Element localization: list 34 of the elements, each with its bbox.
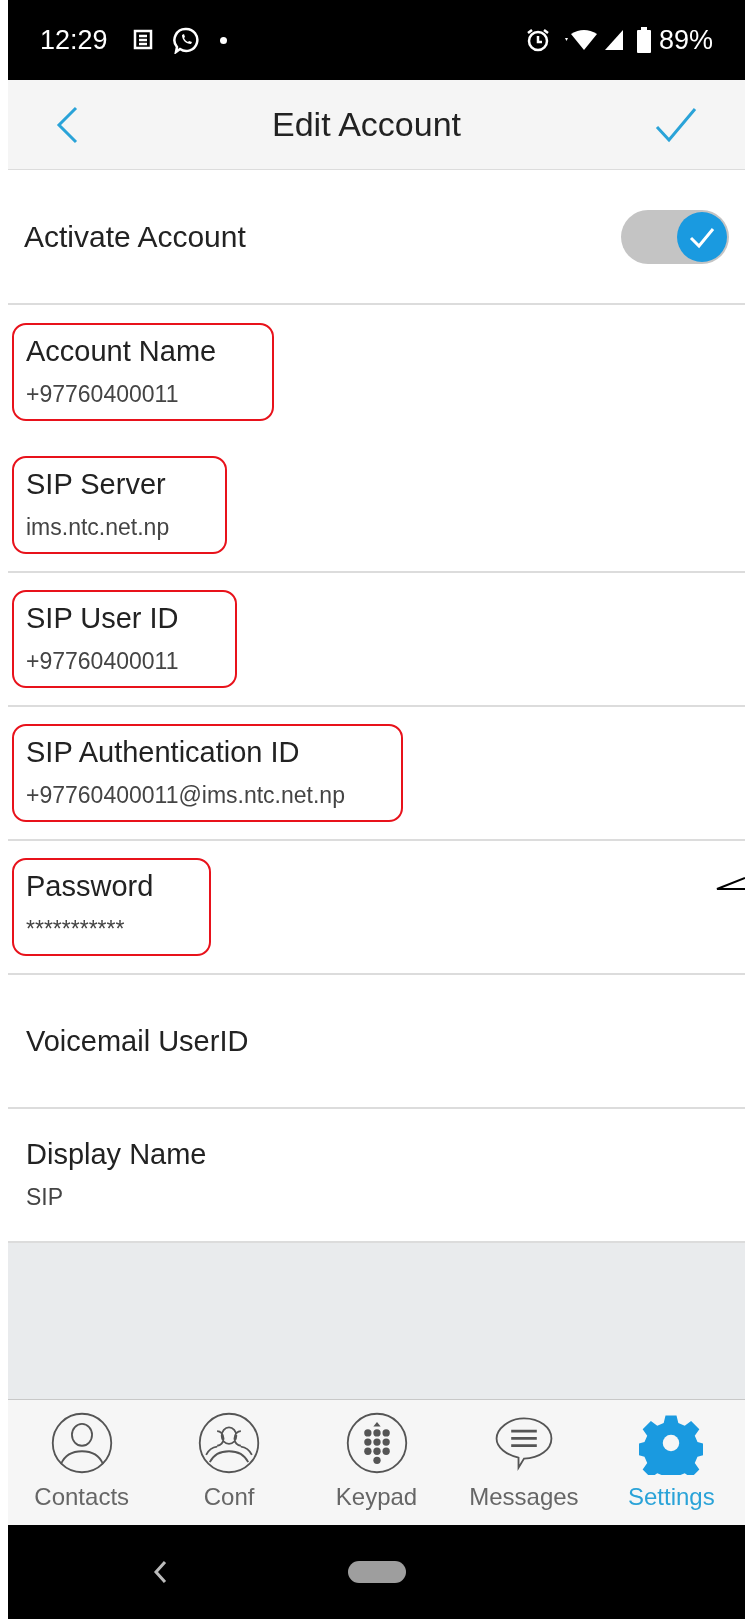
arrow-mark-icon — [715, 877, 745, 891]
field-value: SIP — [26, 1182, 65, 1212]
nav-tab[interactable]: Contacts — [8, 1400, 156, 1525]
field-label: Display Name — [26, 1136, 208, 1172]
field-value: +97760400011 — [26, 646, 180, 676]
field-label: Account Name — [26, 333, 218, 369]
nav-back-icon[interactable] — [153, 1560, 167, 1584]
field-value: *********** — [26, 914, 126, 944]
field-label: Password — [26, 868, 155, 904]
group-icon — [197, 1410, 262, 1475]
battery-icon — [636, 27, 651, 53]
field-value: +97760400011 — [26, 379, 180, 409]
signal-icon — [602, 28, 625, 52]
toggle-switch[interactable] — [621, 209, 729, 264]
home-pill[interactable] — [348, 1561, 406, 1583]
nav-tab[interactable]: Messages — [450, 1400, 598, 1525]
status-time: 12:29 — [40, 23, 108, 57]
field-label: Voicemail UserID — [26, 1023, 250, 1059]
nav-tab[interactable]: Conf — [155, 1400, 303, 1525]
person-icon — [49, 1410, 114, 1475]
phone-bubble-icon — [171, 26, 200, 54]
nav-tab[interactable]: Keypad — [302, 1400, 451, 1525]
field-label: SIP User ID — [26, 600, 180, 636]
field-value: +97760400011@ims.ntc.net.np — [26, 780, 346, 810]
battery-percent: 89% — [658, 23, 713, 57]
field-label: SIP Authentication ID — [26, 734, 301, 770]
screen-title: Edit Account — [272, 104, 461, 145]
dialpad-icon — [344, 1410, 409, 1475]
field-label: SIP Server — [26, 466, 167, 502]
wifi-icon — [562, 28, 599, 52]
field-value: ims.ntc.net.np — [26, 512, 171, 542]
checkmark-icon[interactable] — [655, 106, 697, 143]
setting-label: Activate Account — [24, 219, 246, 255]
back-icon[interactable] — [56, 105, 78, 144]
